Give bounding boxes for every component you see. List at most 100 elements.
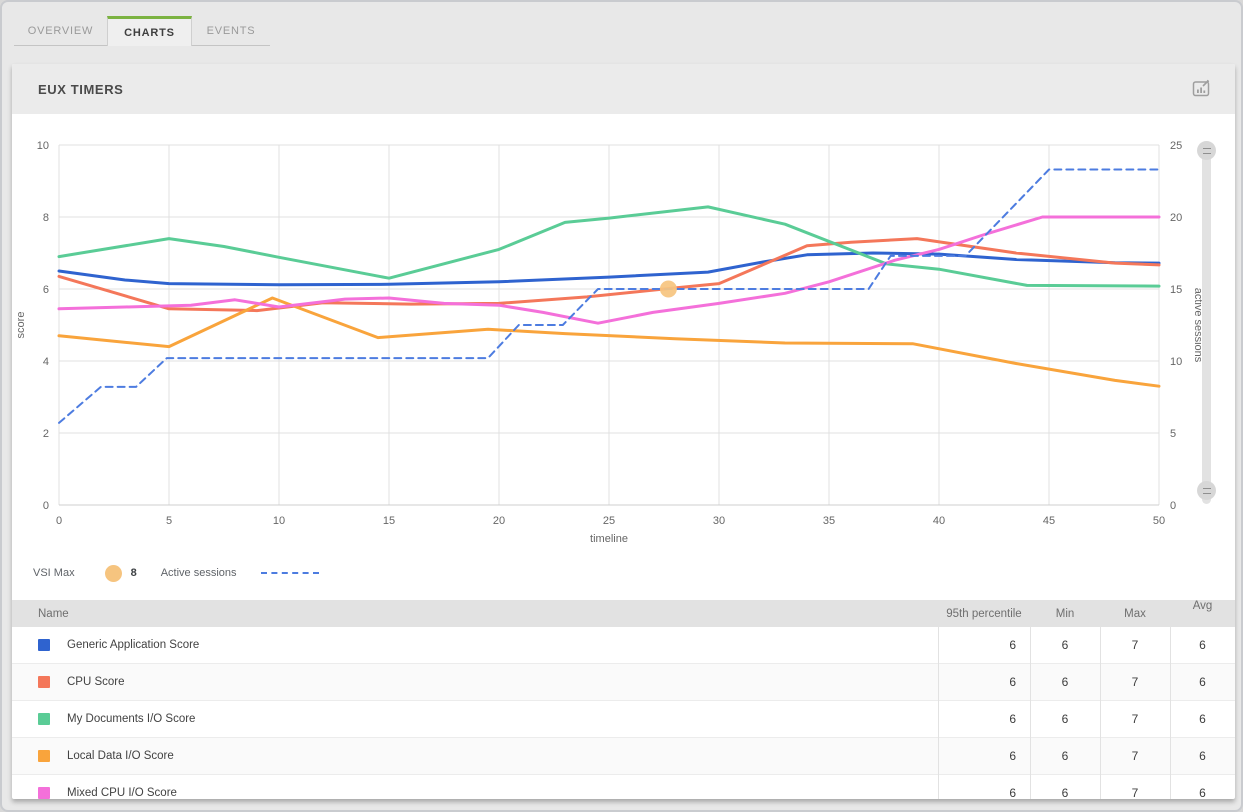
cell-max: 7: [1100, 675, 1170, 689]
table-row[interactable]: Generic Application Score6676: [12, 627, 1235, 663]
cell-min: 6: [1030, 712, 1100, 726]
x-axis-tick: 45: [1043, 515, 1055, 527]
x-axis-tick: 25: [603, 515, 615, 527]
table-row[interactable]: Mixed CPU I/O Score6676: [12, 774, 1235, 799]
y-axis-left-tick: 10: [37, 140, 49, 152]
series-name: My Documents I/O Score: [67, 713, 195, 725]
table-row[interactable]: My Documents I/O Score6676: [12, 700, 1235, 737]
edit-chart-button[interactable]: [1187, 75, 1215, 103]
table-row[interactable]: Local Data I/O Score6676: [12, 737, 1235, 774]
cell-max: 7: [1100, 712, 1170, 726]
series-swatch-icon: [38, 787, 50, 799]
y-axis-right-tick: 20: [1170, 212, 1182, 224]
eux-timers-chart: 0246810051015202505101520253035404550tim…: [12, 114, 1235, 600]
column-header-name: Name: [12, 608, 938, 620]
series-name: Mixed CPU I/O Score: [67, 787, 177, 799]
tab-events[interactable]: EVENTS: [192, 16, 270, 46]
right-axis-slider-track[interactable]: [1202, 142, 1211, 504]
column-header-max: Max: [1100, 608, 1170, 620]
y-axis-right-tick: 25: [1170, 140, 1182, 152]
x-axis-tick: 5: [166, 515, 172, 527]
table-row[interactable]: CPU Score6676: [12, 663, 1235, 700]
chart-area: 0246810051015202505101520253035404550tim…: [12, 114, 1235, 600]
x-axis-tick: 35: [823, 515, 835, 527]
cell-min: 6: [1030, 675, 1100, 689]
cell-avg: 6: [1170, 786, 1235, 799]
y-axis-left-title: score: [15, 312, 27, 339]
cell-min: 6: [1030, 749, 1100, 763]
tab-charts[interactable]: CHARTS: [107, 16, 192, 46]
cell-95th-percentile: 6: [938, 749, 1030, 763]
y-axis-left-tick: 0: [43, 500, 49, 512]
eux-timers-panel: EUX TIMERS 02468100510152025051015202530…: [12, 64, 1235, 799]
series-name: Generic Application Score: [67, 639, 199, 651]
cell-min: 6: [1030, 786, 1100, 799]
row-name-cell: My Documents I/O Score: [12, 713, 938, 725]
x-axis-tick: 10: [273, 515, 285, 527]
vsi-max-marker-icon: [105, 565, 122, 582]
y-axis-right-tick: 0: [1170, 500, 1176, 512]
series-name: Local Data I/O Score: [67, 750, 174, 762]
x-axis-tick: 50: [1153, 515, 1165, 527]
table-body: Generic Application Score6676CPU Score66…: [12, 627, 1235, 799]
series-swatch-icon: [38, 750, 50, 762]
table-header-row: Name 95th percentile Min Max Avg: [12, 600, 1235, 627]
series-swatch-icon: [38, 639, 50, 651]
row-name-cell: Generic Application Score: [12, 639, 938, 651]
legend-active-sessions-label: Active sessions: [161, 567, 237, 579]
y-axis-left-tick: 4: [43, 356, 49, 368]
column-separator: [1100, 627, 1101, 799]
cell-avg: 6: [1170, 638, 1235, 652]
cell-95th-percentile: 6: [938, 712, 1030, 726]
tab-bar: OVERVIEW CHARTS EVENTS: [14, 16, 270, 46]
cell-max: 7: [1100, 749, 1170, 763]
cell-avg: 6: [1170, 675, 1235, 689]
cell-min: 6: [1030, 638, 1100, 652]
y-axis-left-tick: 6: [43, 284, 49, 296]
y-axis-right-tick: 5: [1170, 428, 1176, 440]
legend-vsi-max-value: 8: [131, 567, 137, 579]
cell-max: 7: [1100, 786, 1170, 799]
vsi-max-marker: [660, 281, 677, 298]
column-separator: [938, 627, 939, 799]
tab-overview[interactable]: OVERVIEW: [14, 16, 107, 46]
cell-95th-percentile: 6: [938, 675, 1030, 689]
column-header-min: Min: [1030, 608, 1100, 620]
row-name-cell: CPU Score: [12, 676, 938, 688]
cell-avg: 6: [1170, 712, 1235, 726]
series-name: CPU Score: [67, 676, 125, 688]
legend-vsi-max-label: VSI Max: [33, 567, 75, 579]
cell-95th-percentile: 6: [938, 786, 1030, 799]
panel-title: EUX TIMERS: [38, 82, 123, 97]
x-axis-tick: 15: [383, 515, 395, 527]
series-swatch-icon: [38, 676, 50, 688]
chart-legend: VSI Max 8 Active sessions: [33, 562, 319, 584]
column-header-avg: Avg: [1170, 600, 1235, 612]
x-axis-tick: 0: [56, 515, 62, 527]
row-name-cell: Mixed CPU I/O Score: [12, 787, 938, 799]
column-separator: [1030, 627, 1031, 799]
page: OVERVIEW CHARTS EVENTS EUX TIMERS: [0, 0, 1243, 812]
panel-header: EUX TIMERS: [12, 64, 1235, 114]
y-axis-left-tick: 8: [43, 212, 49, 224]
edit-chart-icon: [1190, 77, 1212, 102]
x-axis-tick: 40: [933, 515, 945, 527]
slider-handle-top[interactable]: [1197, 141, 1216, 160]
slider-handle-bottom[interactable]: [1197, 481, 1216, 500]
x-axis-tick: 30: [713, 515, 725, 527]
y-axis-right-tick: 10: [1170, 356, 1182, 368]
row-name-cell: Local Data I/O Score: [12, 750, 938, 762]
grip-icon: [1203, 488, 1211, 494]
dashed-line-icon: [261, 572, 319, 574]
series-swatch-icon: [38, 713, 50, 725]
x-axis-title: timeline: [590, 533, 628, 545]
cell-95th-percentile: 6: [938, 638, 1030, 652]
column-header-95th-percentile: 95th percentile: [938, 608, 1030, 620]
metrics-table: Name 95th percentile Min Max Avg Generic…: [12, 600, 1235, 799]
cell-max: 7: [1100, 638, 1170, 652]
y-axis-right-tick: 15: [1170, 284, 1182, 296]
y-axis-left-tick: 2: [43, 428, 49, 440]
column-separator: [1170, 627, 1171, 799]
cell-avg: 6: [1170, 749, 1235, 763]
grip-icon: [1203, 148, 1211, 154]
